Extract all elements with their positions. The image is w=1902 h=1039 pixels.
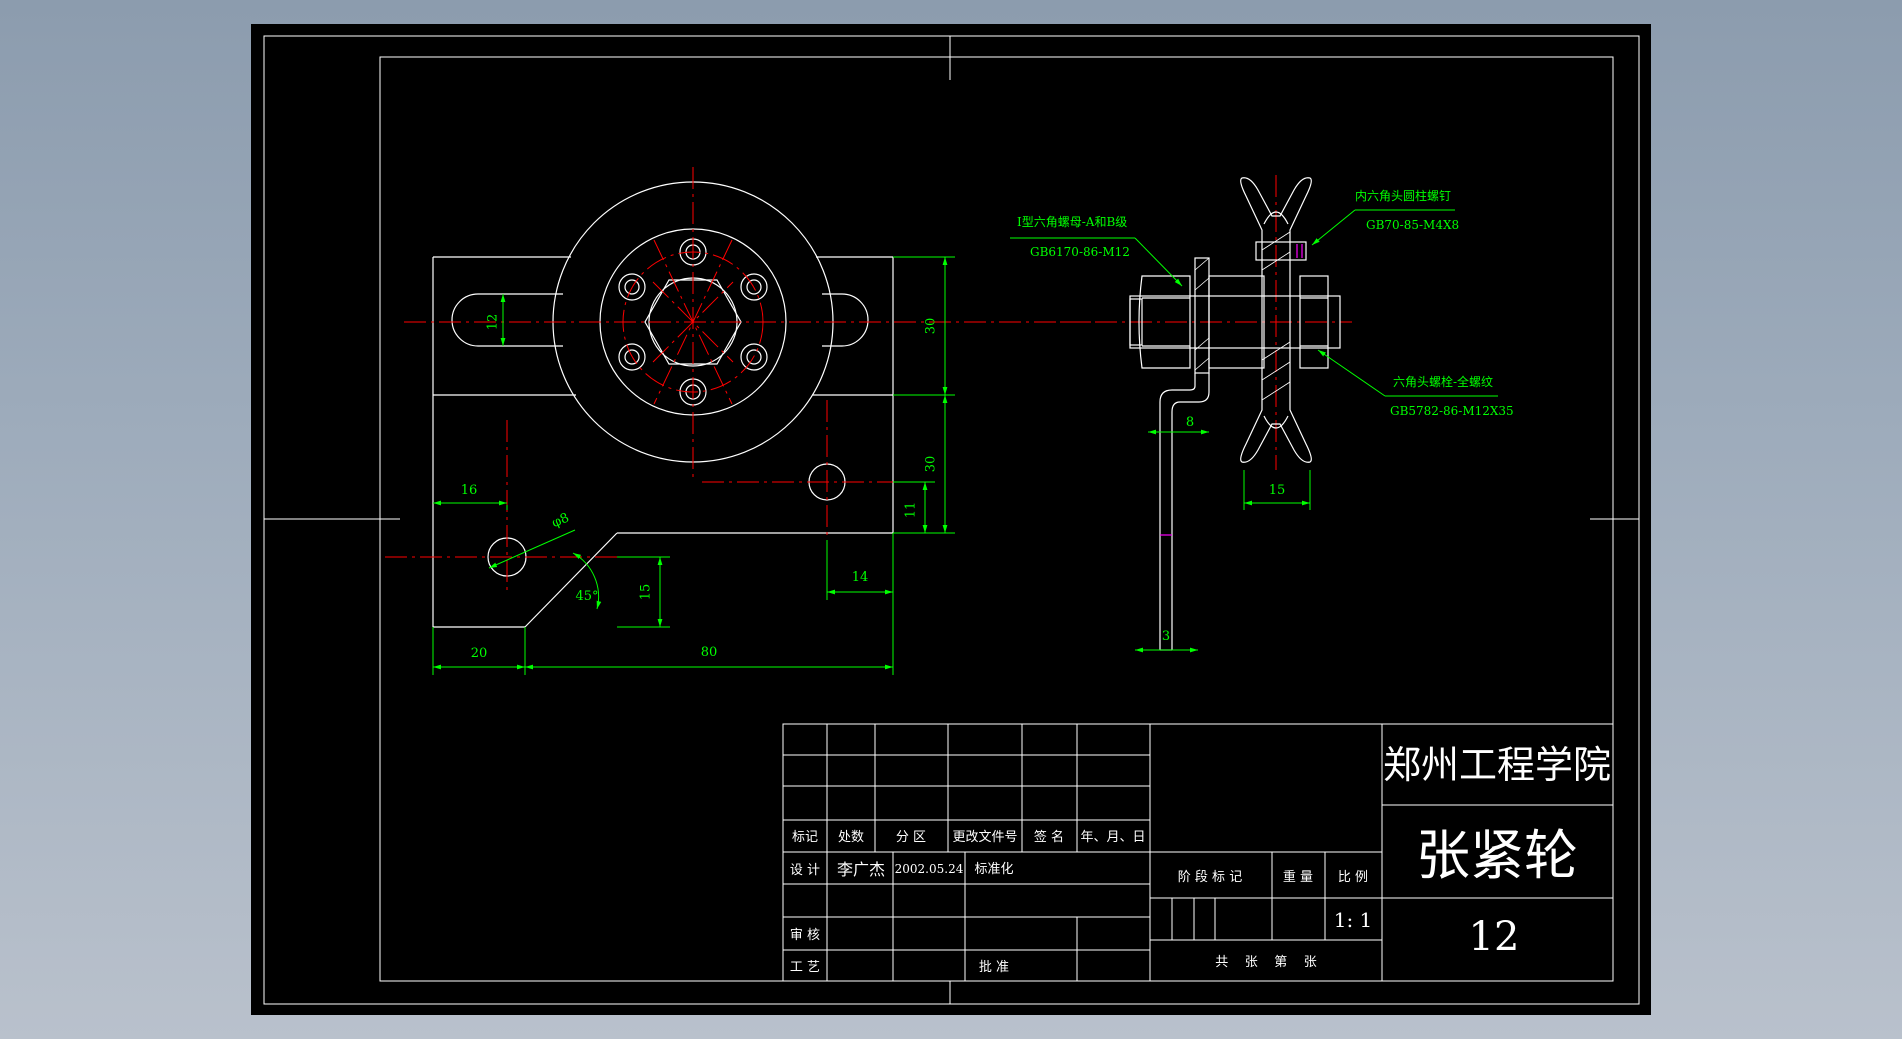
dim-3: 3 bbox=[1162, 629, 1170, 644]
dim-14: 14 bbox=[852, 570, 869, 585]
dim-11: 11 bbox=[904, 502, 919, 519]
part-name: 张紧轮 bbox=[1416, 824, 1578, 887]
cad-viewport: 12 30 30 11 16 φ8 45° 15 14 20 80 8 15 3… bbox=[0, 0, 1902, 1039]
callout-bolt-name: 六角头螺栓-全螺纹 bbox=[1393, 374, 1493, 389]
callout-screw-code: GB70-85-M4X8 bbox=[1366, 218, 1459, 232]
header-zone: 分 区 bbox=[896, 830, 926, 845]
scale-label: 比 例 bbox=[1338, 870, 1368, 885]
dim-16: 16 bbox=[461, 483, 478, 498]
standardization-label: 标准化 bbox=[974, 862, 1013, 877]
header-count: 处数 bbox=[838, 830, 864, 845]
technical-drawing: 12 30 30 11 16 φ8 45° 15 14 20 80 8 15 3… bbox=[251, 24, 1651, 1015]
callout-screw-name: 内六角头圆柱螺钉 bbox=[1355, 188, 1451, 203]
dim-15: 15 bbox=[639, 584, 654, 601]
design-date: 2002.05.24 bbox=[895, 862, 964, 876]
approve-label: 批 准 bbox=[979, 960, 1009, 975]
designer-name: 李广杰 bbox=[837, 860, 885, 879]
dim-45: 45° bbox=[575, 589, 598, 604]
header-signature: 签 名 bbox=[1034, 829, 1064, 845]
review-label: 审 核 bbox=[790, 928, 820, 943]
stage-label: 阶 段 标 记 bbox=[1178, 870, 1242, 885]
dim-80: 80 bbox=[701, 645, 718, 660]
sheets-text: 共 张 第 张 bbox=[1215, 955, 1317, 970]
design-label: 设 计 bbox=[790, 863, 820, 878]
dim-30-lower: 30 bbox=[924, 456, 939, 473]
school-name: 郑州工程学院 bbox=[1383, 743, 1611, 787]
drawing-number: 12 bbox=[1469, 914, 1520, 960]
weight-label: 重 量 bbox=[1283, 869, 1313, 885]
callout-bolt-code: GB5782-86-M12X35 bbox=[1390, 404, 1514, 418]
scale-value: 1: 1 bbox=[1334, 908, 1373, 932]
process-label: 工 艺 bbox=[790, 960, 820, 975]
header-mark: 标记 bbox=[792, 830, 818, 845]
dim-20: 20 bbox=[471, 646, 488, 661]
callout-nut-code: GB6170-86-M12 bbox=[1030, 245, 1130, 259]
dim-15-side: 15 bbox=[1269, 483, 1286, 498]
dim-30-upper: 30 bbox=[924, 318, 939, 335]
callout-nut-name: I型六角螺母-A和B级 bbox=[1017, 215, 1127, 229]
header-change-doc: 更改文件号 bbox=[952, 830, 1017, 845]
dim-8: 8 bbox=[1186, 415, 1194, 430]
dim-12: 12 bbox=[486, 314, 501, 331]
header-date: 年、月、日 bbox=[1080, 830, 1145, 845]
